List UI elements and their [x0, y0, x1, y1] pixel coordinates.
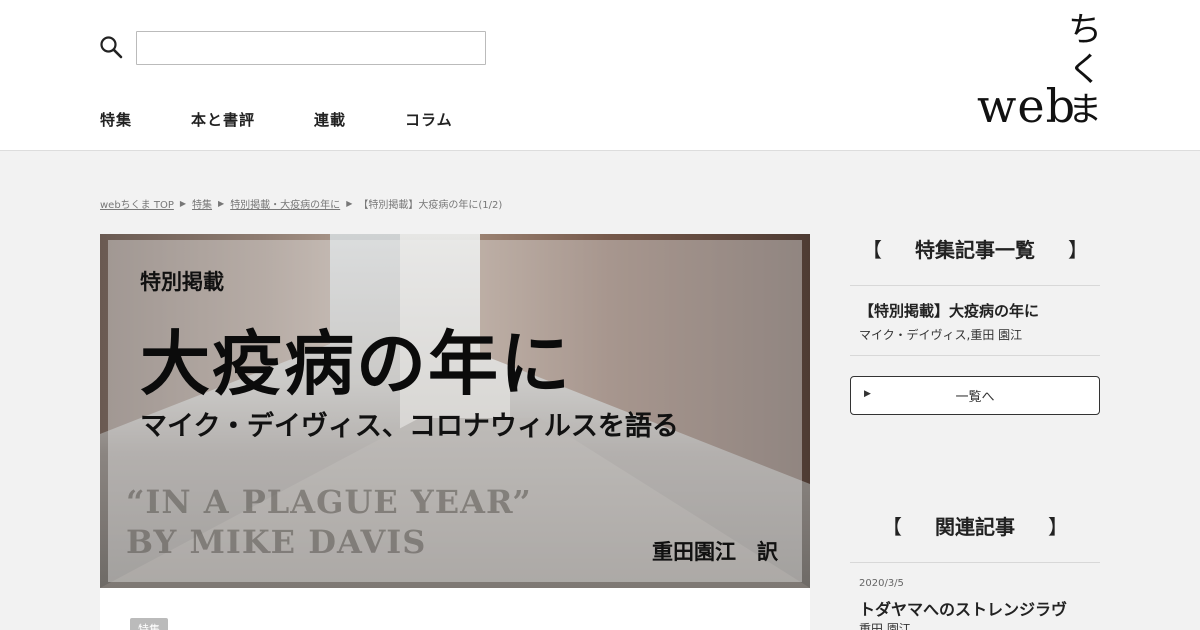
related-item-title[interactable]: トダヤマへのストレンジラヴ [859, 596, 1067, 620]
breadcrumb-series-link[interactable]: 特別掲載・大疫病の年に [230, 196, 340, 211]
breadcrumb-features-link[interactable]: 特集 [192, 196, 212, 211]
bracket-open: 【 [882, 515, 902, 539]
bracket-open: 【 [862, 238, 882, 262]
logo-kana-chi: ち [1068, 10, 1102, 50]
hero-image: 特別掲載 大疫病の年に マイク・デイヴィス、コロナウィルスを語る “IN A P… [100, 234, 810, 588]
breadcrumb-chevron-icon: ▶ [346, 199, 353, 208]
view-list-button[interactable]: ▶ 一覧へ [850, 376, 1100, 415]
breadcrumb-current: 【特別掲載】大疫病の年に(1/2) [358, 200, 503, 211]
site-logo[interactable]: ち く ま web [975, 8, 1105, 133]
bracket-close: 】 [1048, 515, 1068, 539]
category-tag[interactable]: 特集 [130, 618, 168, 630]
breadcrumb-chevron-icon: ▶ [218, 199, 225, 208]
breadcrumb: webちくま TOP ▶ 特集 ▶ 特別掲載・大疫病の年に ▶ 【特別掲載】大疫… [100, 196, 502, 211]
bracket-close: 】 [1068, 238, 1088, 262]
feature-list-heading: 【 特集記事一覧 】 [862, 234, 1088, 263]
search-input[interactable] [136, 31, 486, 65]
hero-title: 大疫病の年に [140, 322, 572, 405]
hero-english-title: “IN A PLAGUE YEAR” BY MIKE DAVIS [126, 483, 532, 561]
nav-item-columns[interactable]: コラム [405, 109, 453, 130]
nav-item-series[interactable]: 連載 [314, 109, 346, 130]
divider [850, 285, 1100, 286]
feature-item-title[interactable]: 【特別掲載】大疫病の年に [859, 300, 1039, 321]
breadcrumb-chevron-icon: ▶ [179, 199, 187, 208]
hero-kicker: 特別掲載 [140, 269, 224, 294]
logo-latin: web [977, 79, 1077, 133]
divider [850, 562, 1100, 563]
nav-item-books[interactable]: 本と書評 [191, 109, 255, 130]
feature-list-heading-text: 特集記事一覧 [915, 238, 1035, 262]
hero-subtitle: マイク・デイヴィス、コロナウィルスを語る [140, 411, 679, 442]
related-heading-text: 関連記事 [935, 515, 1015, 539]
breadcrumb-home-link[interactable]: webちくま TOP [100, 196, 174, 211]
nav-item-features[interactable]: 特集 [100, 109, 132, 130]
divider [850, 355, 1100, 356]
hero-translator: 重田園江 訳 [652, 539, 778, 564]
feature-item-author: マイク・デイヴィス,重田 園江 [859, 328, 1023, 342]
related-item-author: 重田 園江 [859, 622, 911, 630]
chevron-right-icon: ▶ [864, 389, 871, 399]
main-nav: 特集 本と書評 連載 コラム [100, 109, 512, 130]
article-body: 特集 [100, 588, 810, 630]
search-icon[interactable] [99, 35, 123, 59]
view-list-label: 一覧へ [955, 390, 995, 405]
related-heading: 【 関連記事 】 [882, 511, 1068, 540]
related-item-date: 2020/3/5 [859, 578, 904, 589]
site-header: 特集 本と書評 連載 コラム ち く ま web [0, 0, 1200, 151]
